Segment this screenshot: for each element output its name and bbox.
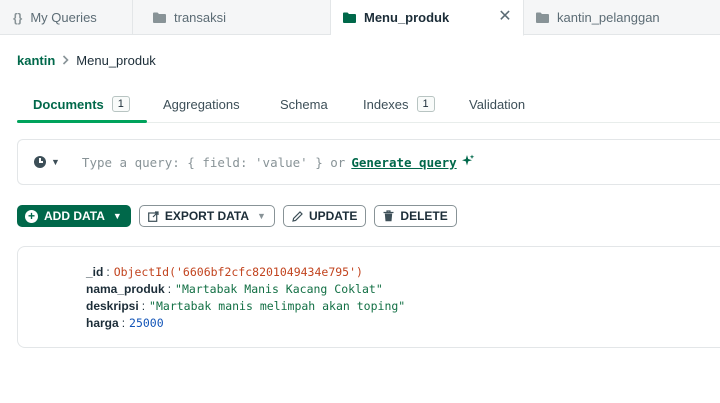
query-history-button[interactable]: ▼ — [34, 156, 60, 168]
tab-my-queries[interactable]: {} My Queries — [0, 0, 133, 35]
field-key: nama_produk — [86, 282, 165, 296]
subtab-label: Documents — [33, 96, 104, 112]
query-bar: ▼ Type a query: { field: 'value' } or Ge… — [17, 139, 720, 185]
subtab-schema[interactable]: Schema — [280, 86, 328, 122]
clock-icon — [34, 156, 46, 168]
field-colon: : — [167, 282, 172, 296]
caret-down-icon: ▼ — [51, 157, 60, 167]
pencil-icon — [292, 210, 303, 222]
breadcrumb-database-link[interactable]: kantin — [17, 53, 55, 68]
count-badge: 1 — [111, 96, 130, 112]
collection-subtabs: Documents 1 Aggregations Schema Indexes … — [17, 86, 720, 123]
export-data-button[interactable]: EXPORT DATA ▼ — [138, 205, 275, 227]
tab-label: My Queries — [30, 10, 97, 25]
tab-menu-produk[interactable]: Menu_produk ✕ — [331, 0, 524, 36]
document-field-deskripsi: deskripsi: "Martabak manis melimpah akan … — [86, 299, 405, 313]
subtab-label: Aggregations — [163, 96, 240, 112]
tab-label: transaksi — [174, 10, 227, 25]
documents-toolbar: + ADD DATA ▼ EXPORT DATA ▼ UPDATE DELETE — [17, 205, 465, 227]
subtab-validation[interactable]: Validation — [469, 86, 525, 122]
caret-down-icon: ▼ — [112, 211, 122, 221]
sparkle-icon — [461, 154, 475, 171]
workspace-tab-strip: {} My Queries transaksi Menu_produk ✕ ka… — [0, 0, 720, 36]
folder-icon — [536, 12, 549, 23]
delete-label: DELETE — [400, 209, 448, 223]
add-data-button[interactable]: + ADD DATA ▼ — [17, 205, 131, 227]
subtab-documents[interactable]: Documents 1 — [17, 86, 147, 123]
subtab-label: Indexes — [363, 96, 409, 112]
update-label: UPDATE — [308, 209, 358, 223]
chevron-right-icon — [62, 54, 69, 68]
count-badge: 1 — [416, 96, 435, 112]
field-colon: : — [141, 299, 146, 313]
field-key: deskripsi — [86, 299, 139, 313]
subtab-indexes[interactable]: Indexes 1 — [363, 86, 435, 122]
document-field-nama-produk: nama_produk: "Martabak Manis Kacang Cokla… — [86, 282, 383, 296]
folder-icon — [343, 12, 356, 23]
update-button[interactable]: UPDATE — [282, 205, 367, 227]
tab-label: Menu_produk — [364, 10, 450, 25]
document-field-id: _id: ObjectId('6606bf2cfc8201049434e795') — [86, 265, 363, 279]
field-value[interactable]: "Martabak manis melimpah akan toping" — [149, 299, 405, 313]
subtab-label: Schema — [280, 96, 328, 112]
field-colon: : — [121, 316, 126, 330]
subtab-label: Validation — [469, 96, 526, 112]
add-data-label: ADD DATA — [44, 209, 105, 223]
delete-button[interactable]: DELETE — [374, 205, 457, 227]
document-field-harga: harga:25000 — [86, 316, 164, 330]
field-key: harga — [86, 316, 119, 330]
query-input[interactable]: Type a query: { field: 'value' } or — [82, 155, 345, 170]
subtab-aggregations[interactable]: Aggregations — [163, 86, 240, 122]
folder-icon — [153, 12, 166, 23]
document-card[interactable]: _id: ObjectId('6606bf2cfc8201049434e795')… — [17, 246, 720, 348]
curly-braces-icon: {} — [13, 10, 23, 25]
field-value[interactable]: 25000 — [129, 316, 164, 330]
breadcrumb: kantin Menu_produk — [17, 53, 156, 68]
plus-circle-icon: + — [25, 209, 38, 223]
tab-label: kantin_pelanggan — [557, 10, 660, 25]
field-value[interactable]: ObjectId('6606bf2cfc8201049434e795') — [114, 265, 363, 279]
export-icon — [147, 210, 159, 222]
close-icon[interactable]: ✕ — [498, 9, 512, 25]
field-value[interactable]: "Martabak Manis Kacang Coklat" — [175, 282, 383, 296]
field-key: _id — [86, 265, 104, 279]
export-data-label: EXPORT DATA — [164, 209, 250, 223]
tab-kantin-pelanggan[interactable]: kantin_pelanggan — [524, 0, 720, 35]
breadcrumb-collection: Menu_produk — [76, 53, 156, 68]
tab-transaksi[interactable]: transaksi — [133, 0, 331, 35]
generate-query-link[interactable]: Generate query — [351, 155, 456, 170]
trash-icon — [383, 210, 394, 222]
caret-down-icon: ▼ — [257, 211, 266, 221]
field-colon: : — [106, 265, 110, 279]
